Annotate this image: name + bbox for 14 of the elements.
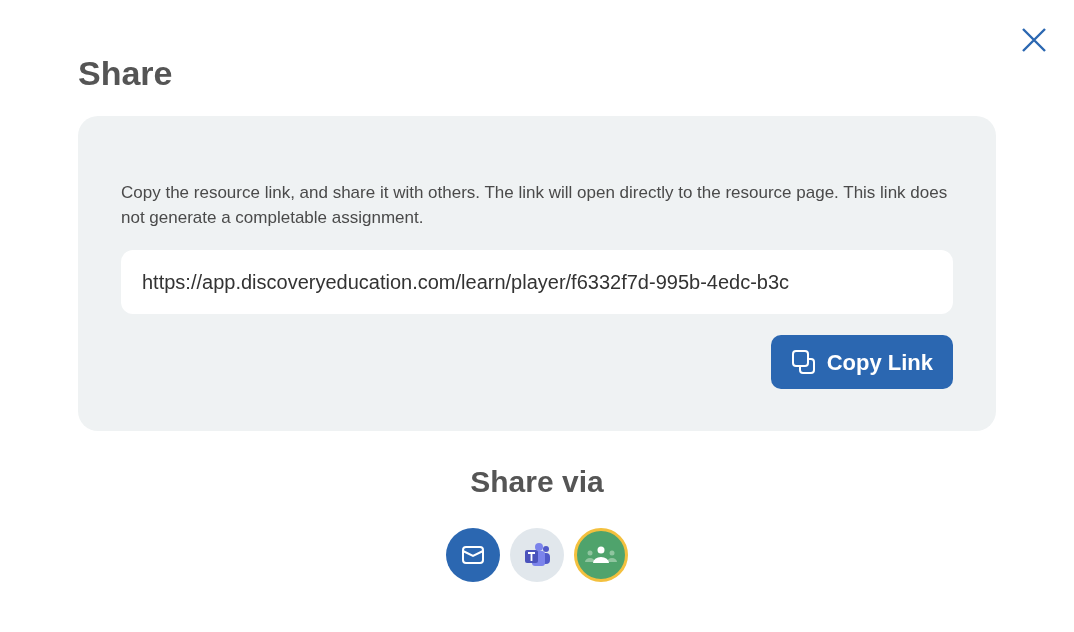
link-field[interactable]: https://app.discoveryeducation.com/learn/player/f6332f7d-995b-4edc-b3c bbox=[121, 250, 953, 314]
copy-link-button[interactable]: Copy Link bbox=[770, 335, 953, 389]
envelope-icon bbox=[461, 545, 485, 565]
close-button[interactable] bbox=[1020, 26, 1048, 54]
copy-icon bbox=[790, 349, 817, 375]
teams-icon bbox=[523, 542, 551, 568]
email-share-button[interactable] bbox=[446, 528, 500, 582]
dialog-title: Share bbox=[78, 53, 174, 94]
teams-share-button[interactable] bbox=[510, 528, 564, 582]
classroom-share-button[interactable] bbox=[574, 528, 628, 582]
description-text: Copy the resource link, and share it with others. The link will open directly to the resource page. This link does not generate a completable assignment. bbox=[121, 182, 949, 229]
share-via-heading: Share via bbox=[469, 464, 605, 500]
people-icon bbox=[584, 545, 618, 565]
close-icon bbox=[1021, 27, 1047, 53]
